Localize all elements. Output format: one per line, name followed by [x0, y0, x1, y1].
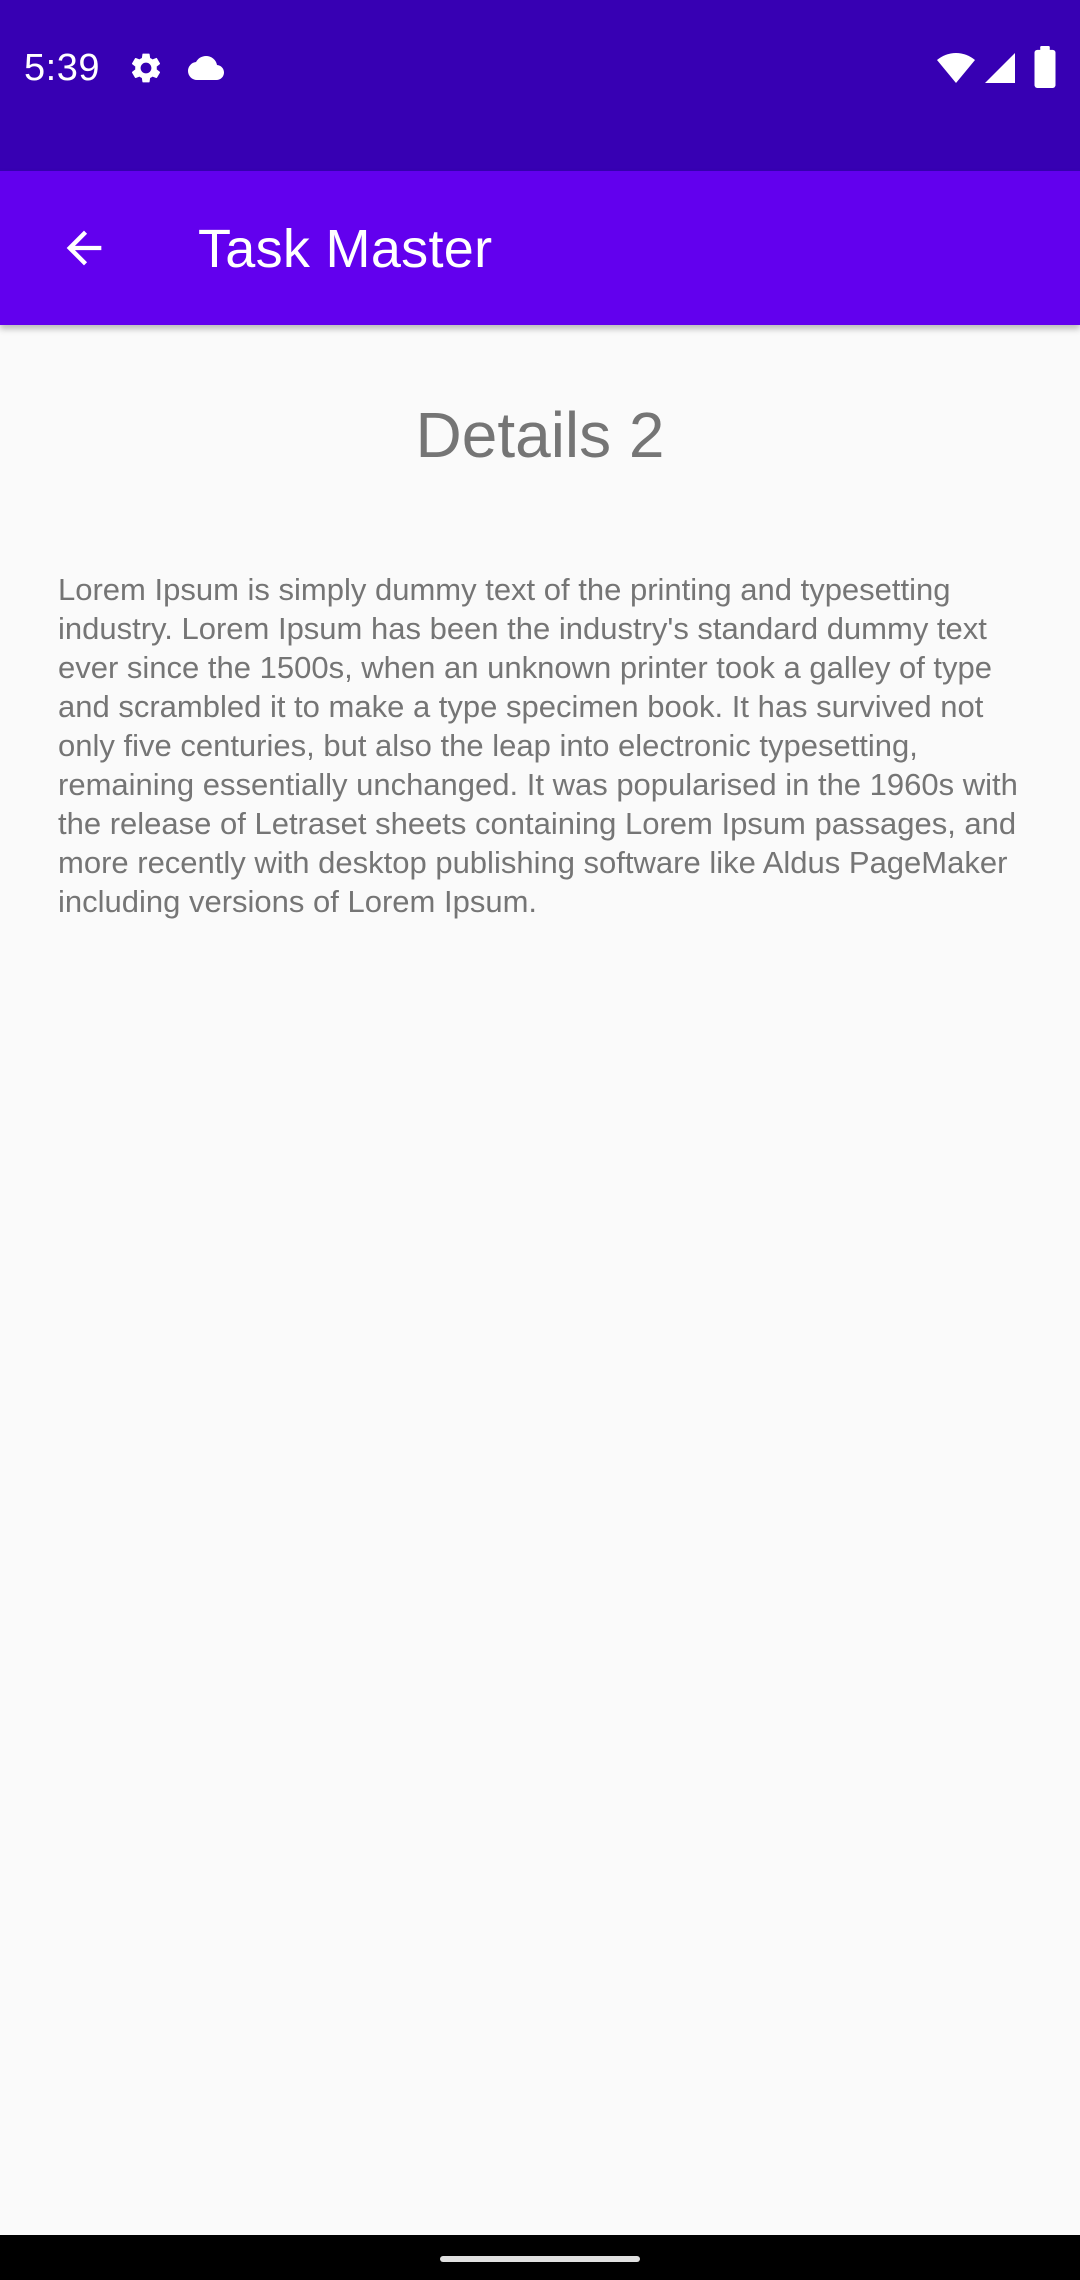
home-gesture-handle[interactable] — [440, 2256, 640, 2262]
signal-icon — [985, 53, 1015, 83]
details-body-text: Lorem Ipsum is simply dummy text of the … — [58, 572, 1018, 919]
battery-icon — [1034, 46, 1056, 88]
status-time: 5:39 — [24, 47, 100, 89]
settings-icon — [131, 53, 161, 83]
app-bar: Task Master — [0, 171, 1080, 325]
app-title: Task Master — [198, 219, 493, 279]
back-button[interactable] — [32, 196, 136, 300]
arrow-back-icon — [66, 230, 102, 266]
status-bar: 5:39 — [0, 0, 1080, 171]
details-title: Details 2 — [415, 399, 665, 471]
wifi-icon — [937, 53, 975, 83]
navigation-bar — [0, 2235, 1080, 2280]
cloud-icon — [188, 56, 224, 80]
